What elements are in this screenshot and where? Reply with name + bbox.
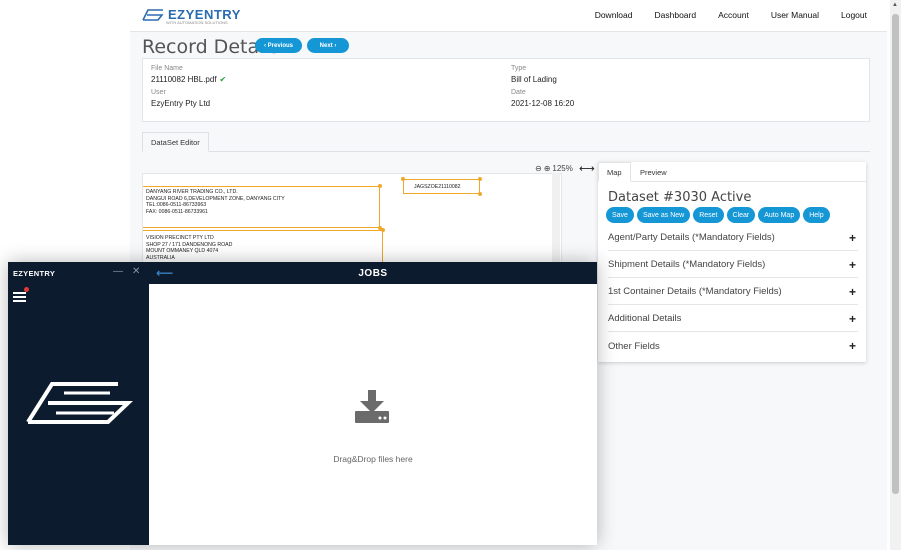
save-as-new-button[interactable]: Save as New (636, 207, 691, 223)
jobs-title: JOBS (358, 268, 388, 279)
scrollbar-thumb[interactable] (892, 14, 899, 494)
shipper-text: DANYANG RIVER TRADING CO., LTD. DANGUI R… (146, 189, 285, 215)
selection-handle[interactable] (478, 177, 482, 181)
section-first-container[interactable]: 1st Container Details (*Mandatory Fields… (608, 279, 858, 305)
user-value: EzyEntry Pty Ltd (151, 99, 211, 108)
selection-handle[interactable] (378, 184, 382, 188)
section-label: Shipment Details (*Mandatory Fields) (608, 259, 766, 270)
type-value: Bill of Lading (511, 75, 557, 84)
next-button[interactable]: Next › (307, 38, 349, 53)
date-value: 2021-12-08 16:20 (511, 99, 575, 108)
nav-logout-link[interactable]: Logout (841, 10, 867, 20)
file-drop-zone[interactable]: Drag&Drop files here (149, 284, 597, 545)
file-name-value: 21110082 HBL.pdf ✔ (151, 75, 226, 84)
desktop-app-name: EZYENTRY (13, 269, 56, 278)
nav-links: Download Dashboard Account User Manual L… (595, 10, 867, 20)
section-label: Additional Details (608, 313, 682, 324)
file-name-text: 21110082 HBL.pdf (151, 75, 217, 84)
expand-plus-icon[interactable]: + (849, 312, 856, 326)
map-panel: Map Preview Dataset #3030 Active Save Sa… (598, 162, 866, 362)
expand-plus-icon[interactable]: + (849, 285, 856, 299)
page-scrollbar[interactable]: ▲ (890, 0, 901, 550)
checkmark-icon: ✔ (219, 75, 227, 84)
zoom-out-icon[interactable]: ⊖ (535, 164, 542, 173)
download-tray-icon (355, 390, 389, 423)
clear-button[interactable]: Clear (726, 207, 756, 223)
expand-plus-icon[interactable]: + (849, 258, 856, 272)
previous-button[interactable]: ‹ Previous (255, 38, 302, 53)
tab-dataset-editor[interactable]: DataSet Editor (142, 132, 209, 152)
expand-plus-icon[interactable]: + (849, 339, 856, 353)
reset-button[interactable]: Reset (693, 207, 724, 223)
hamburger-menu-icon[interactable] (13, 287, 29, 302)
ezyentry-desktop-window: EZYENTRY — ✕ ⟵ JOBS Drag&Drop files here (8, 262, 597, 545)
ezyentry-logo[interactable]: EZYENTRY WITH AUTOMATION SOLUTIONS (142, 7, 241, 25)
zoom-controls: ⊖ ⊕ 125% (535, 164, 573, 173)
auto-map-button[interactable]: Auto Map (758, 207, 801, 223)
notification-dot (24, 287, 29, 292)
reference-number: JAGSZOE21110082 (414, 184, 461, 190)
minimize-button[interactable]: — (113, 266, 123, 277)
record-info-panel: File Name 21110082 HBL.pdf ✔ User EzyEntr… (142, 58, 870, 122)
document-scrollbar[interactable] (552, 173, 560, 268)
section-label: Agent/Party Details (*Mandatory Fields) (608, 232, 775, 243)
zoom-level: 125% (552, 164, 573, 173)
editor-tabs: DataSet Editor (142, 132, 870, 152)
section-label: Other Fields (608, 340, 660, 352)
expand-horizontal-icon[interactable]: ⟷ (579, 162, 595, 175)
user-label: User (151, 89, 166, 96)
scroll-up-icon[interactable]: ▲ (892, 2, 898, 8)
consignee-text: VISION PRECINCT PTY LTD SHOP 27 / 171 DA… (146, 235, 233, 261)
type-label: Type (511, 65, 527, 72)
selection-handle[interactable] (381, 228, 385, 232)
dataset-actions: Save Save as New Reset Clear Auto Map He… (606, 207, 830, 223)
section-label: 1st Container Details (*Mandatory Fields… (608, 286, 782, 297)
tab-map[interactable]: Map (598, 162, 631, 182)
ezyentry-logo-icon (142, 8, 164, 21)
section-additional[interactable]: Additional Details + (608, 306, 858, 332)
section-agent-party[interactable]: Agent/Party Details (*Mandatory Fields) … (608, 225, 858, 251)
nav-download-link[interactable]: Download (595, 10, 633, 20)
nav-user-manual-link[interactable]: User Manual (771, 10, 819, 20)
help-button[interactable]: Help (803, 207, 830, 223)
selection-handle[interactable] (401, 177, 405, 181)
file-name-label: File Name (151, 65, 183, 72)
top-navigation: EZYENTRY WITH AUTOMATION SOLUTIONS Downl… (130, 0, 887, 32)
nav-dashboard-link[interactable]: Dashboard (655, 10, 697, 20)
selection-handle[interactable] (478, 192, 482, 196)
desktop-sidebar: EZYENTRY — ✕ (8, 262, 149, 545)
map-panel-tabs: Map Preview (598, 162, 866, 182)
drop-instructions: Drag&Drop files here (333, 454, 413, 464)
expand-plus-icon[interactable]: + (849, 231, 856, 245)
ezyentry-large-logo-icon (26, 382, 134, 424)
nav-account-link[interactable]: Account (718, 10, 749, 20)
dataset-title: Dataset #3030 Active (608, 190, 752, 205)
section-other-fields[interactable]: Other Fields + (608, 333, 858, 359)
tab-preview[interactable]: Preview (632, 162, 675, 182)
date-label: Date (511, 89, 526, 96)
section-shipment[interactable]: Shipment Details (*Mandatory Fields) + (608, 252, 858, 278)
zoom-in-icon[interactable]: ⊕ (544, 164, 551, 173)
close-button[interactable]: ✕ (132, 266, 140, 277)
jobs-titlebar: ⟵ JOBS (149, 262, 597, 284)
save-button[interactable]: Save (606, 207, 634, 223)
logo-subtitle: WITH AUTOMATION SOLUTIONS (166, 20, 228, 25)
document-viewer[interactable]: DANYANG RIVER TRADING CO., LTD. DANGUI R… (142, 173, 562, 268)
